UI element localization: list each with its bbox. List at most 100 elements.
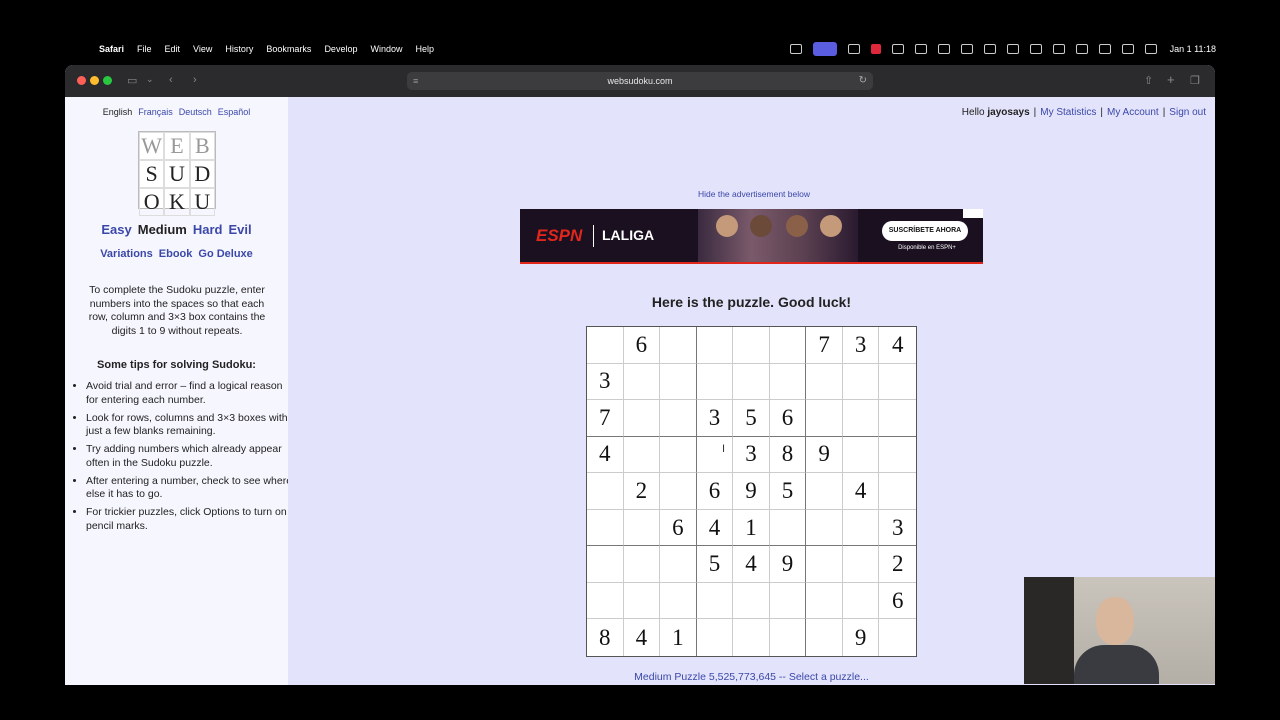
share-icon[interactable]: ⇧ — [1144, 74, 1153, 87]
sudoku-input-cell[interactable] — [806, 619, 843, 656]
sudoku-input-cell[interactable] — [769, 363, 807, 401]
reload-icon[interactable]: ↻ — [859, 72, 867, 90]
sudoku-input-cell[interactable] — [842, 436, 880, 474]
page-settings-icon[interactable]: ≡ — [413, 72, 418, 90]
link-ebook[interactable]: Ebook — [159, 248, 193, 260]
time-machine-icon[interactable] — [1052, 44, 1065, 54]
sudoku-input-cell[interactable] — [660, 436, 697, 474]
sudoku-input-cell[interactable] — [879, 364, 916, 401]
address-bar[interactable]: ≡ websudoku.com ↻ — [407, 72, 873, 90]
sudoku-input-cell[interactable] — [733, 327, 770, 364]
sudoku-input-cell[interactable] — [587, 509, 624, 547]
sudoku-input-cell[interactable] — [587, 473, 624, 510]
menu-help[interactable]: Help — [415, 44, 434, 54]
menu-view[interactable]: View — [193, 44, 212, 54]
sudoku-input-cell[interactable] — [697, 619, 734, 656]
sudoku-input-cell[interactable] — [660, 546, 697, 583]
level-evil[interactable]: Evil — [229, 222, 252, 237]
battery-icon[interactable] — [1075, 44, 1088, 54]
sudoku-input-cell[interactable] — [842, 400, 880, 437]
sudoku-input-cell[interactable] — [623, 509, 661, 547]
moon-icon[interactable] — [960, 44, 973, 54]
sudoku-input-cell[interactable] — [879, 473, 916, 510]
volume-icon[interactable] — [937, 44, 950, 54]
wifi-icon[interactable] — [1098, 44, 1111, 54]
chevron-down-icon[interactable]: ⌄ — [146, 74, 154, 85]
menu-develop[interactable]: Develop — [324, 44, 357, 54]
level-medium[interactable]: Medium — [138, 222, 187, 237]
sudoku-input-cell[interactable] — [660, 327, 697, 364]
menu-window[interactable]: Window — [370, 44, 402, 54]
sudoku-input-cell[interactable] — [806, 473, 843, 510]
menu-bookmarks[interactable]: Bookmarks — [266, 44, 311, 54]
sudoku-input-cell[interactable] — [879, 437, 916, 474]
forward-icon[interactable]: › — [193, 74, 197, 86]
window-icon[interactable] — [1006, 44, 1019, 54]
sudoku-input-cell[interactable] — [660, 473, 697, 510]
sudoku-input-cell[interactable] — [806, 363, 843, 401]
my-account-link[interactable]: My Account — [1107, 107, 1159, 118]
sudoku-input-cell[interactable] — [769, 582, 807, 620]
sudoku-input-cell[interactable] — [842, 582, 880, 620]
sudoku-input-cell[interactable] — [587, 582, 624, 620]
level-hard[interactable]: Hard — [193, 222, 223, 237]
bluetooth-icon[interactable] — [983, 44, 996, 54]
sudoku-input-cell[interactable] — [660, 582, 697, 620]
display-icon[interactable] — [914, 44, 927, 54]
hide-ad-link[interactable]: Hide the advertisement below — [698, 189, 810, 199]
minimize-window-button[interactable] — [90, 76, 99, 85]
sudoku-input-cell[interactable] — [696, 363, 734, 401]
sudoku-input-cell[interactable] — [770, 619, 807, 656]
sudoku-input-cell[interactable] — [733, 363, 770, 401]
sudoku-input-cell[interactable] — [842, 546, 880, 583]
sudoku-input-cell[interactable] — [879, 400, 916, 437]
sudoku-input-cell[interactable] — [696, 436, 734, 474]
language-link-0[interactable]: English — [103, 107, 133, 117]
sudoku-input-cell[interactable] — [696, 582, 734, 620]
back-icon[interactable]: ‹ — [169, 74, 173, 86]
language-link-2[interactable]: Deutsch — [179, 107, 212, 117]
websudoku-logo[interactable]: WEBSUDOKU — [138, 131, 216, 216]
sudoku-input-cell[interactable] — [842, 509, 880, 547]
menu-app-name[interactable]: Safari — [99, 44, 124, 54]
my-statistics-link[interactable]: My Statistics — [1040, 107, 1096, 118]
sudoku-input-cell[interactable] — [733, 619, 770, 656]
menu-history[interactable]: History — [225, 44, 253, 54]
control-icon[interactable] — [789, 44, 802, 54]
sidebar-toggle-icon[interactable]: ▭ — [127, 74, 137, 87]
level-easy[interactable]: Easy — [101, 222, 131, 237]
screen-share-icon[interactable] — [812, 42, 837, 56]
sudoku-input-cell[interactable] — [733, 582, 770, 620]
sudoku-input-cell[interactable] — [587, 327, 624, 364]
sudoku-input-cell[interactable] — [806, 546, 843, 583]
close-window-button[interactable] — [77, 76, 86, 85]
menubar-clock[interactable]: Jan 1 11:18 — [1170, 44, 1216, 54]
language-link-1[interactable]: Français — [138, 107, 173, 117]
sudoku-input-cell[interactable] — [587, 546, 624, 583]
dropbox-icon[interactable] — [847, 44, 860, 54]
new-tab-icon[interactable]: + — [1167, 72, 1175, 87]
link-go-deluxe[interactable]: Go Deluxe — [198, 248, 252, 260]
ad-cta-button[interactable]: SUSCRÍBETE AHORA — [882, 221, 968, 241]
sudoku-input-cell[interactable] — [696, 327, 734, 364]
ad-choices-icon[interactable] — [963, 209, 983, 218]
sudoku-input-cell[interactable] — [769, 327, 807, 364]
sudoku-input-cell[interactable] — [806, 509, 843, 547]
control-center-icon[interactable] — [1121, 44, 1134, 54]
zoom-window-button[interactable] — [103, 76, 112, 85]
sudoku-input-cell[interactable] — [623, 582, 661, 620]
sudoku-input-cell[interactable] — [623, 546, 661, 583]
sudoku-input-cell[interactable] — [806, 400, 843, 437]
sudoku-input-cell[interactable] — [623, 363, 661, 401]
sign-out-link[interactable]: Sign out — [1169, 107, 1206, 118]
menu-edit[interactable]: Edit — [165, 44, 181, 54]
language-link-3[interactable]: Español — [218, 107, 251, 117]
sudoku-input-cell[interactable] — [806, 582, 843, 620]
link-variations[interactable]: Variations — [100, 248, 153, 260]
sudoku-input-cell[interactable] — [660, 400, 697, 437]
recording-icon[interactable] — [870, 44, 881, 54]
siri-icon[interactable] — [1144, 44, 1157, 54]
sudoku-input-cell[interactable] — [623, 400, 661, 437]
grid-icon[interactable] — [891, 44, 904, 54]
keyboard-icon[interactable] — [1029, 44, 1042, 54]
